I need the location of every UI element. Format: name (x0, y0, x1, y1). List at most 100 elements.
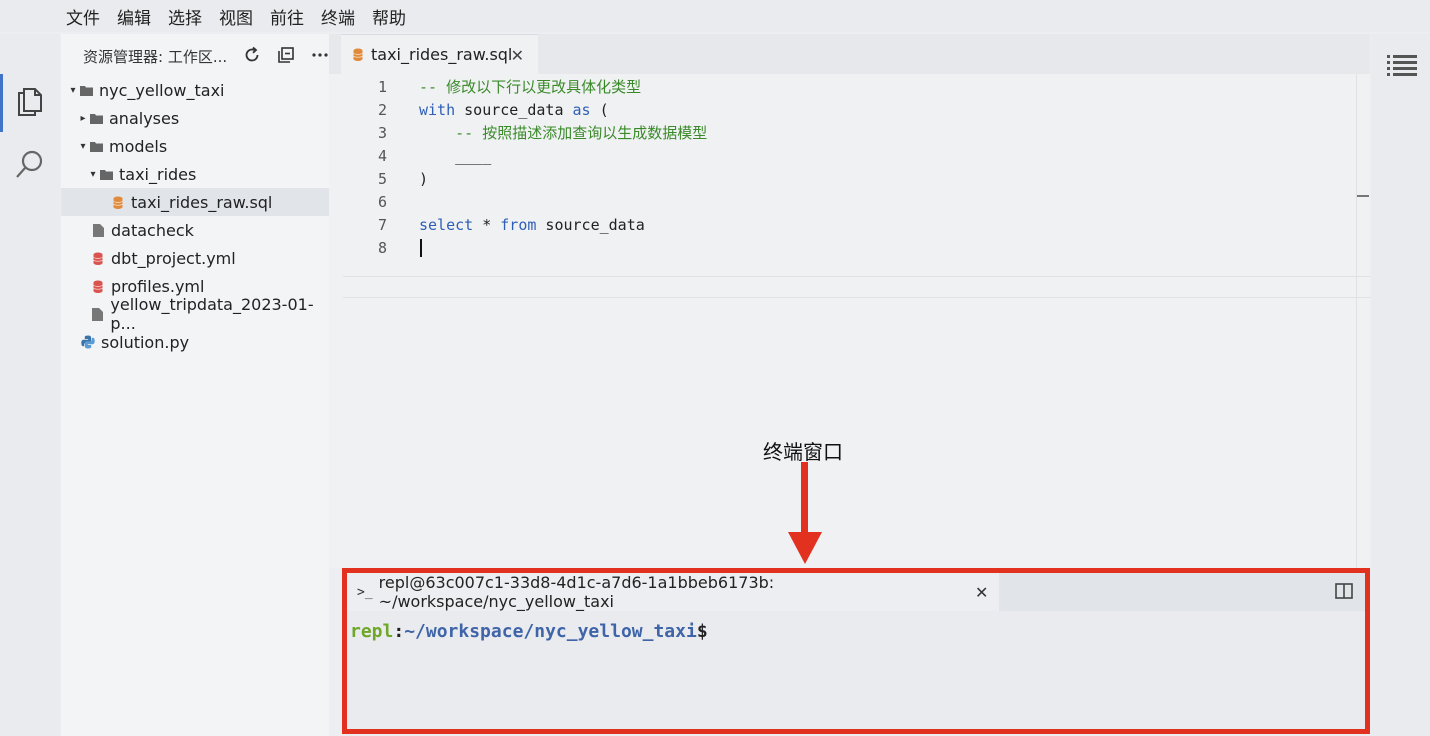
tree-label: taxi_rides_raw.sql (131, 192, 273, 212)
tree-folder-nyc-yellow-taxi[interactable]: ▾ nyc_yellow_taxi (61, 76, 329, 104)
tree-label: analyses (109, 108, 180, 128)
prompt-path: ~/workspace/nyc_yellow_taxi (404, 621, 697, 642)
terminal-tab-bar: >_ repl@63c007c1-33d8-4d1c-a7d6-1a1bbeb6… (347, 573, 1365, 611)
menu-file[interactable]: 文件 (66, 4, 100, 29)
split-panel-icon[interactable] (1335, 583, 1353, 599)
menu-terminal[interactable]: 终端 (321, 4, 355, 29)
prompt-dollar: $ (696, 621, 708, 642)
tree-label: dbt_project.yml (111, 248, 236, 268)
code-line: 3 -- 按照描述添加查询以生成数据模型 (329, 122, 1370, 145)
terminal-panel: >_ repl@63c007c1-33d8-4d1c-a7d6-1a1bbeb6… (342, 568, 1370, 734)
explorer-header: 资源管理器: 工作区... (61, 34, 329, 78)
line-text: -- 修改以下行以更改具体化类型 (419, 78, 642, 96)
folder-icon (89, 111, 103, 125)
minimap-panel (1371, 34, 1430, 736)
line-number: 3 (377, 124, 387, 142)
line-text: select * from source_data (419, 216, 645, 234)
line-number: 2 (377, 101, 387, 119)
database-file-icon (91, 279, 105, 293)
file-icon (91, 223, 105, 237)
menu-go[interactable]: 前往 (270, 4, 304, 29)
tree-folder-taxi-rides[interactable]: ▾ taxi_rides (61, 160, 329, 188)
tree-file-solution-py[interactable]: solution.py (61, 328, 329, 356)
text-cursor (420, 239, 422, 257)
menu-help[interactable]: 帮助 (372, 4, 406, 29)
line-text: with source_data as ( (419, 101, 609, 119)
code-line: 5 ) (329, 168, 1370, 191)
annotation-label: 终端窗口 (763, 440, 843, 464)
refresh-icon[interactable] (241, 44, 263, 66)
prompt-user: repl (350, 621, 394, 642)
more-icon[interactable] (309, 44, 331, 66)
active-indicator (0, 74, 3, 132)
terminal-tab-label: repl@63c007c1-33d8-4d1c-a7d6-1a1bbeb6173… (378, 573, 775, 611)
keyword-from: from (500, 216, 537, 234)
line-number: 1 (377, 78, 387, 96)
folder-icon (89, 139, 103, 153)
ide-window: 文件 编辑 选择 视图 前往 终端 帮助 资源管理器: 工作区... ▾ nyc… (0, 0, 1430, 736)
caret-down-icon: ▾ (80, 140, 86, 152)
line-text: ____ (419, 147, 492, 165)
caret-down-icon: ▾ (90, 168, 96, 180)
line-number: 4 (377, 147, 387, 165)
database-file-icon (351, 48, 365, 62)
menu-selection[interactable]: 选择 (168, 4, 202, 29)
annotation-arrow-shaft (801, 462, 808, 534)
code-line: 6 (329, 191, 1370, 214)
prompt-colon: : (393, 621, 405, 642)
explorer-sidebar: 资源管理器: 工作区... ▾ nyc_yellow_taxi ▸ analys… (61, 34, 329, 736)
terminal-prompt[interactable]: repl:~/workspace/nyc_yellow_taxi$ (350, 621, 708, 642)
tree-file-datacheck[interactable]: datacheck (61, 216, 329, 244)
menu-bar: 文件 编辑 选择 视图 前往 终端 帮助 (0, 0, 1430, 32)
code-line: 1 -- 修改以下行以更改具体化类型 (329, 76, 1370, 99)
tree-file-taxi-rides-raw-sql[interactable]: taxi_rides_raw.sql (61, 188, 329, 216)
line-number: 6 (377, 193, 387, 211)
code-line: 4 ____ (329, 145, 1370, 168)
collapse-all-icon[interactable] (275, 44, 297, 66)
terminal-icon: >_ (357, 584, 373, 600)
keyword-with: with (419, 101, 456, 119)
tree-label: profiles.yml (111, 276, 205, 296)
keyword-select: select (419, 216, 474, 234)
folder-icon (79, 83, 93, 97)
editor-tab-taxi-rides-raw[interactable]: taxi_rides_raw.sql ✕ (341, 34, 538, 74)
tree-label: nyc_yellow_taxi (99, 80, 225, 100)
tree-folder-models[interactable]: ▾ models (61, 132, 329, 160)
tree-folder-analyses[interactable]: ▸ analyses (61, 104, 329, 132)
tree-file-yellow-tripdata[interactable]: yellow_tripdata_2023-01-p... (61, 295, 329, 333)
line-number: 7 (377, 216, 387, 234)
annotation-arrow-head (788, 532, 822, 564)
explorer-actions (241, 44, 331, 66)
menu-view[interactable]: 视图 (219, 4, 253, 29)
tree-label: taxi_rides (119, 164, 197, 184)
editor-tab-bar: taxi_rides_raw.sql ✕ (329, 34, 1370, 74)
python-icon (81, 335, 95, 349)
search-icon[interactable] (12, 146, 48, 182)
file-icon (91, 307, 104, 321)
terminal-tab[interactable]: >_ repl@63c007c1-33d8-4d1c-a7d6-1a1bbeb6… (347, 573, 999, 611)
database-file-icon (111, 195, 125, 209)
close-icon[interactable]: ✕ (511, 46, 524, 65)
tree-label: models (109, 136, 168, 156)
tree-file-dbt-project-yml[interactable]: dbt_project.yml (61, 244, 329, 272)
explorer-files-icon[interactable] (12, 82, 48, 118)
list-icon[interactable] (1387, 54, 1417, 82)
keyword-as: as (572, 101, 591, 119)
activity-bar (0, 34, 60, 736)
database-file-icon (91, 251, 105, 265)
tab-label: taxi_rides_raw.sql (371, 45, 513, 64)
tree-label: datacheck (111, 220, 194, 240)
current-line-highlight (343, 276, 1370, 298)
caret-right-icon: ▸ (80, 112, 86, 124)
line-number: 5 (377, 170, 387, 188)
editor-area: taxi_rides_raw.sql ✕ 1 -- 修改以下行以更改具体化类型 … (329, 34, 1370, 568)
code-line: 7 select * from source_data (329, 214, 1370, 237)
line-text: -- 按照描述添加查询以生成数据模型 (419, 124, 708, 142)
menu-edit[interactable]: 编辑 (117, 4, 151, 29)
explorer-title: 资源管理器: 工作区... (83, 47, 228, 66)
tree-label: solution.py (101, 332, 190, 352)
line-number: 8 (377, 239, 387, 257)
caret-down-icon: ▾ (70, 84, 76, 96)
close-icon[interactable]: ✕ (975, 583, 988, 602)
folder-icon (99, 167, 113, 181)
